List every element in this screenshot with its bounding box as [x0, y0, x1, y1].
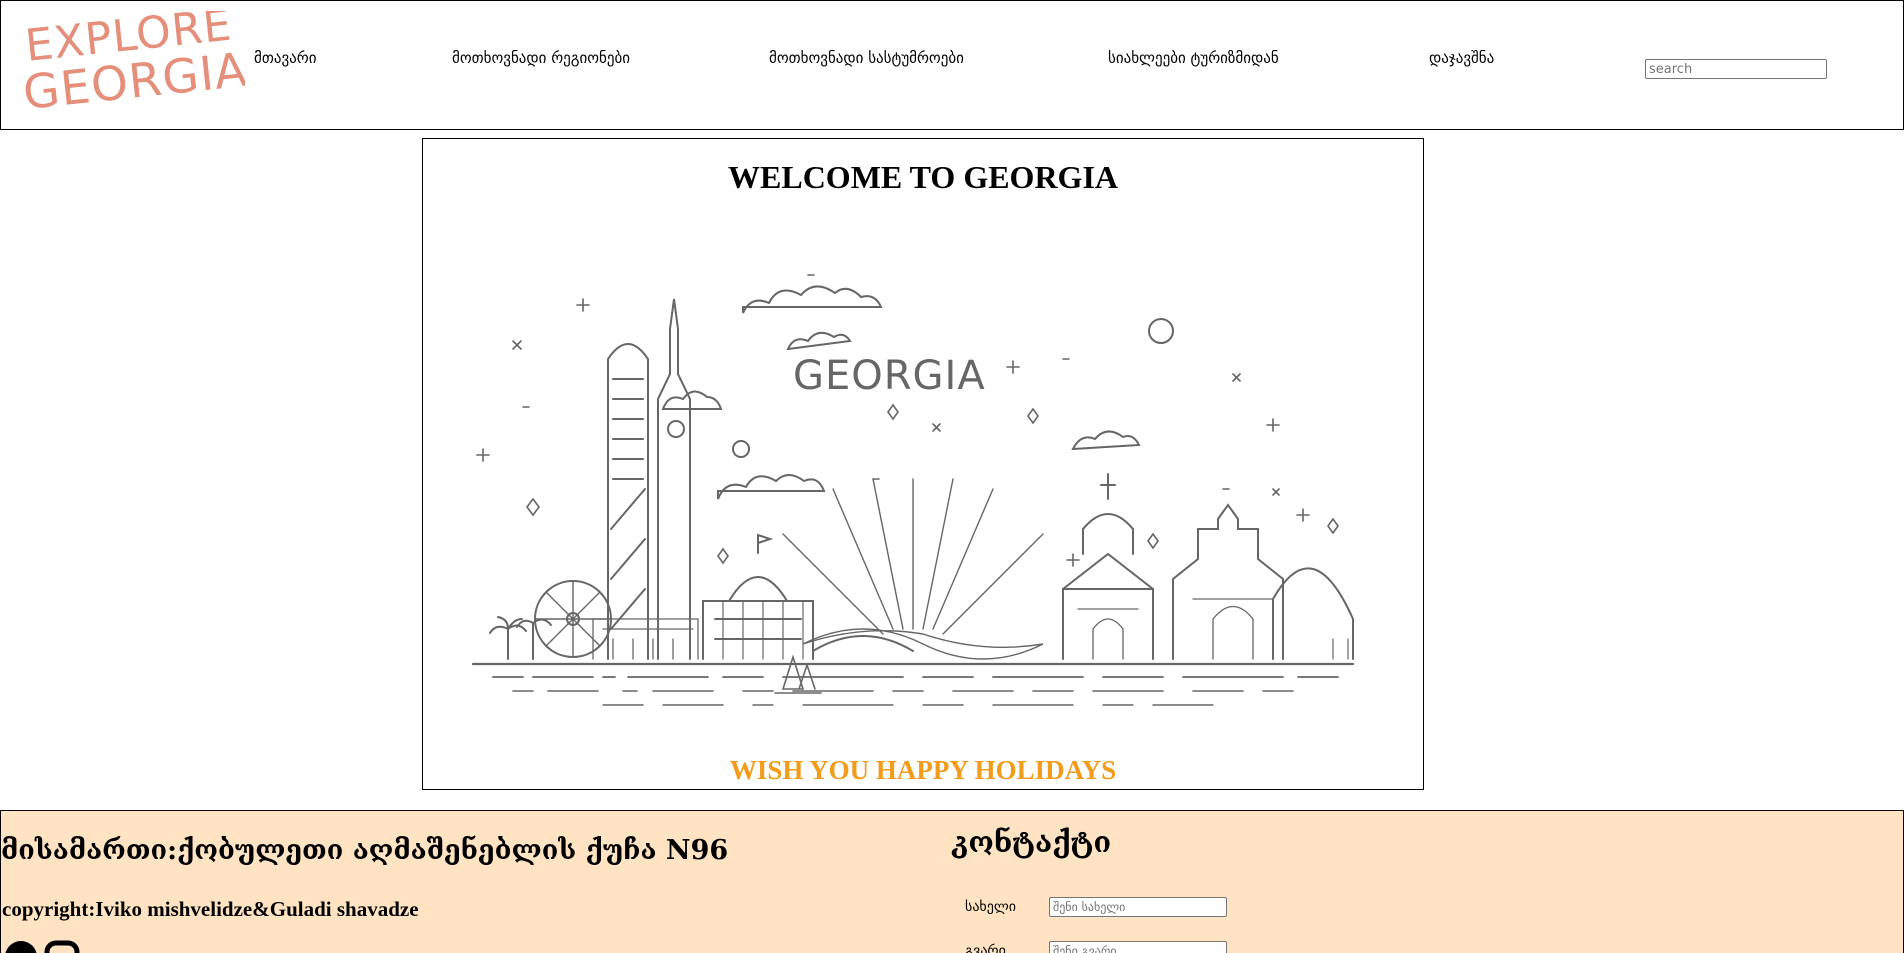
hero-title: WELCOME TO GEORGIA [728, 159, 1118, 195]
nav-tourism-news[interactable]: სიახლეები ტურიზმიდან [1108, 49, 1279, 67]
contact-title: კონტაქტი [951, 825, 1112, 859]
georgia-skyline-illustration: GEORGIA [471, 274, 1355, 706]
nav-home[interactable]: მთავარი [254, 49, 316, 67]
site-footer: მისამართი:ქობულეთი აღმაშენებლის ქუჩა N96… [0, 810, 1904, 953]
social-links [3, 939, 83, 953]
footer-address: მისამართი:ქობულეთი აღმაშენებლის ქუჩა N96 [1, 835, 729, 866]
site-header: EXPLORE GEORGIA მთავარი მოთხოვნადი რეგიო… [0, 0, 1904, 130]
footer-copyright: copyright:Iviko mishvelidze&Guladi shava… [2, 897, 419, 921]
explore-georgia-logo[interactable]: EXPLORE GEORGIA [19, 11, 245, 121]
nav-booking[interactable]: დაჯავშნა [1429, 49, 1494, 67]
pinterest-icon[interactable] [5, 941, 37, 953]
surname-field[interactable] [1049, 941, 1227, 953]
hero-tagline: WISH YOU HAPPY HOLIDAYS [729, 755, 1117, 785]
illustration-word: GEORGIA [793, 353, 986, 399]
hero-section: WELCOME TO GEORGIA GEORGIA WISH YOU HAPP… [422, 138, 1424, 790]
nav-regions[interactable]: მოთხოვნადი რეგიონები [452, 49, 630, 67]
name-label: სახელი [965, 899, 1016, 915]
name-field[interactable] [1049, 897, 1227, 917]
search-input[interactable] [1645, 59, 1827, 79]
nav-hotels[interactable]: მოთხოვნადი სასტუმროები [769, 49, 964, 67]
